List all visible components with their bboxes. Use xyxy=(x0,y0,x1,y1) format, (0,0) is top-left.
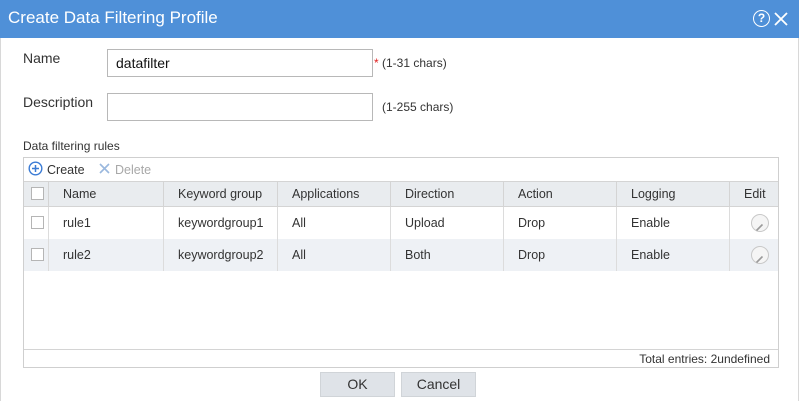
row-select-cell xyxy=(24,239,48,271)
cell-action: Drop xyxy=(503,239,616,271)
cell-keyword-group: keywordgroup2 xyxy=(163,239,277,271)
select-all-checkbox[interactable] xyxy=(31,187,44,200)
name-hint: (1-31 chars) xyxy=(382,56,447,70)
col-keyword-group[interactable]: Keyword group xyxy=(163,182,277,206)
table-row[interactable]: rule1 keywordgroup1 All Upload Drop Enab… xyxy=(24,207,778,239)
total-entries: Total entries: 2undefined xyxy=(639,352,770,366)
col-applications[interactable]: Applications xyxy=(277,182,390,206)
rules-table-header: Name Keyword group Applications Directio… xyxy=(24,181,778,207)
close-icon[interactable] xyxy=(772,9,790,29)
row-select-cell xyxy=(24,207,48,239)
create-label: Create xyxy=(47,163,85,177)
dialog-title: Create Data Filtering Profile xyxy=(8,8,218,27)
col-action[interactable]: Action xyxy=(503,182,616,206)
cell-name: rule1 xyxy=(48,207,163,239)
col-name[interactable]: Name xyxy=(48,182,163,206)
col-direction[interactable]: Direction xyxy=(390,182,503,206)
row-checkbox[interactable] xyxy=(31,248,44,261)
select-all-cell xyxy=(24,182,48,206)
description-input[interactable] xyxy=(107,93,373,121)
rules-grid: Create Delete Name Keyword group Applica… xyxy=(23,157,779,368)
cancel-button[interactable]: Cancel xyxy=(401,372,476,397)
cell-applications: All xyxy=(277,207,390,239)
create-plus-icon xyxy=(28,161,47,179)
create-button[interactable]: Create xyxy=(28,161,85,179)
ok-button[interactable]: OK xyxy=(320,372,395,397)
description-label: Description xyxy=(23,94,94,110)
dialog-titlebar: Create Data Filtering Profile ? xyxy=(0,0,799,38)
cell-edit xyxy=(729,239,778,271)
name-label: Name xyxy=(23,50,61,66)
cell-keyword-group: keywordgroup1 xyxy=(163,207,277,239)
cell-logging: Enable xyxy=(616,239,729,271)
delete-button[interactable]: Delete xyxy=(98,161,151,179)
col-edit: Edit xyxy=(729,182,778,206)
col-logging[interactable]: Logging xyxy=(616,182,729,206)
description-hint: (1-255 chars) xyxy=(382,100,454,114)
delete-label: Delete xyxy=(115,163,152,177)
required-mark: * xyxy=(374,56,379,70)
rules-section-label: Data filtering rules xyxy=(23,139,120,153)
name-input[interactable] xyxy=(107,49,373,77)
cell-action: Drop xyxy=(503,207,616,239)
row-checkbox[interactable] xyxy=(31,216,44,229)
cell-logging: Enable xyxy=(616,207,729,239)
grid-footer: Total entries: 2undefined xyxy=(24,349,778,367)
cell-edit xyxy=(729,207,778,239)
table-row[interactable]: rule2 keywordgroup2 All Both Drop Enable xyxy=(24,239,778,271)
edit-pencil-icon[interactable] xyxy=(751,246,769,264)
cell-name: rule2 xyxy=(48,239,163,271)
delete-x-icon xyxy=(98,162,115,178)
cell-direction: Both xyxy=(390,239,503,271)
cell-applications: All xyxy=(277,239,390,271)
cell-direction: Upload xyxy=(390,207,503,239)
help-icon[interactable]: ? xyxy=(753,10,770,27)
dialog-body: Name * (1-31 chars) Description (1-255 c… xyxy=(0,38,799,401)
edit-pencil-icon[interactable] xyxy=(751,214,769,232)
rules-toolbar: Create Delete xyxy=(24,158,778,181)
